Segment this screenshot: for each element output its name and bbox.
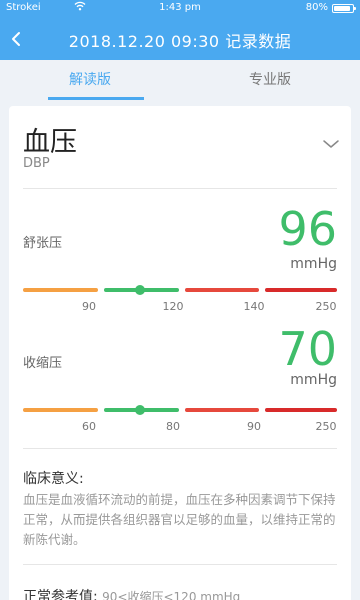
- active-tab-indicator: [48, 97, 144, 100]
- tick-label: 90: [82, 300, 96, 313]
- tab-interpretation[interactable]: 解读版: [0, 60, 180, 100]
- range-segment-low: [23, 288, 98, 292]
- metric-unit-systolic: mmHg: [290, 372, 337, 388]
- card-subtitle: DBP: [23, 156, 50, 171]
- tick-label: 250: [315, 420, 337, 433]
- card-title: 血压: [23, 127, 77, 158]
- tick-label: 90: [247, 420, 261, 433]
- metric-value-systolic: 70: [278, 322, 337, 376]
- reference-value: 90<收缩压<120 mmHg: [102, 590, 241, 600]
- battery-percent: 80%: [305, 2, 328, 13]
- status-bar: Strokei 1:43 pm 80%: [0, 0, 360, 16]
- page-title: 2018.12.20 09:30 记录数据: [68, 32, 292, 51]
- tick-label: 80: [166, 420, 180, 433]
- divider: [23, 188, 337, 189]
- range-segment-very-high: [265, 288, 337, 292]
- value-indicator: [135, 405, 145, 415]
- metric-label-systolic: 收缩压: [23, 356, 63, 371]
- range-segment-high: [185, 288, 259, 292]
- chevron-down-icon: [323, 140, 339, 148]
- divider: [23, 564, 337, 565]
- divider: [23, 448, 337, 449]
- header-bar: Strokei 1:43 pm 80% 2018.12.20 09:30 记录数…: [0, 0, 360, 60]
- reference-label: 正常参考值:: [23, 589, 98, 600]
- clinical-heading: 临床意义:: [23, 471, 84, 487]
- chevron-left-icon: [12, 32, 20, 46]
- tab-professional[interactable]: 专业版: [180, 60, 360, 100]
- clinical-description: 血压是血液循环流动的前提，血压在多种因素调节下保持正常，从而提供各组织器官以足够…: [23, 492, 336, 547]
- value-indicator: [135, 285, 145, 295]
- tab-bar: 解读版 专业版: [0, 60, 360, 100]
- metric-label-diastolic: 舒张压: [23, 236, 63, 251]
- tick-label: 140: [243, 300, 265, 313]
- range-segment-very-high: [265, 408, 337, 412]
- range-segment-high: [185, 408, 259, 412]
- range-segment-low: [23, 408, 98, 412]
- tick-label: 250: [315, 300, 337, 313]
- metric-unit-diastolic: mmHg: [290, 256, 337, 272]
- expand-button[interactable]: [321, 136, 341, 150]
- tick-label: 60: [82, 420, 96, 433]
- back-button[interactable]: [6, 24, 28, 54]
- reference-row: 正常参考值: 90<收缩压<120 mmHg: [23, 586, 337, 600]
- metric-value-diastolic: 96: [278, 202, 337, 256]
- detail-card: 血压 DBP 舒张压 96 mmHg 90 120 140 250 收缩压 70…: [9, 106, 351, 600]
- tick-label: 120: [162, 300, 184, 313]
- battery-icon: [332, 4, 356, 13]
